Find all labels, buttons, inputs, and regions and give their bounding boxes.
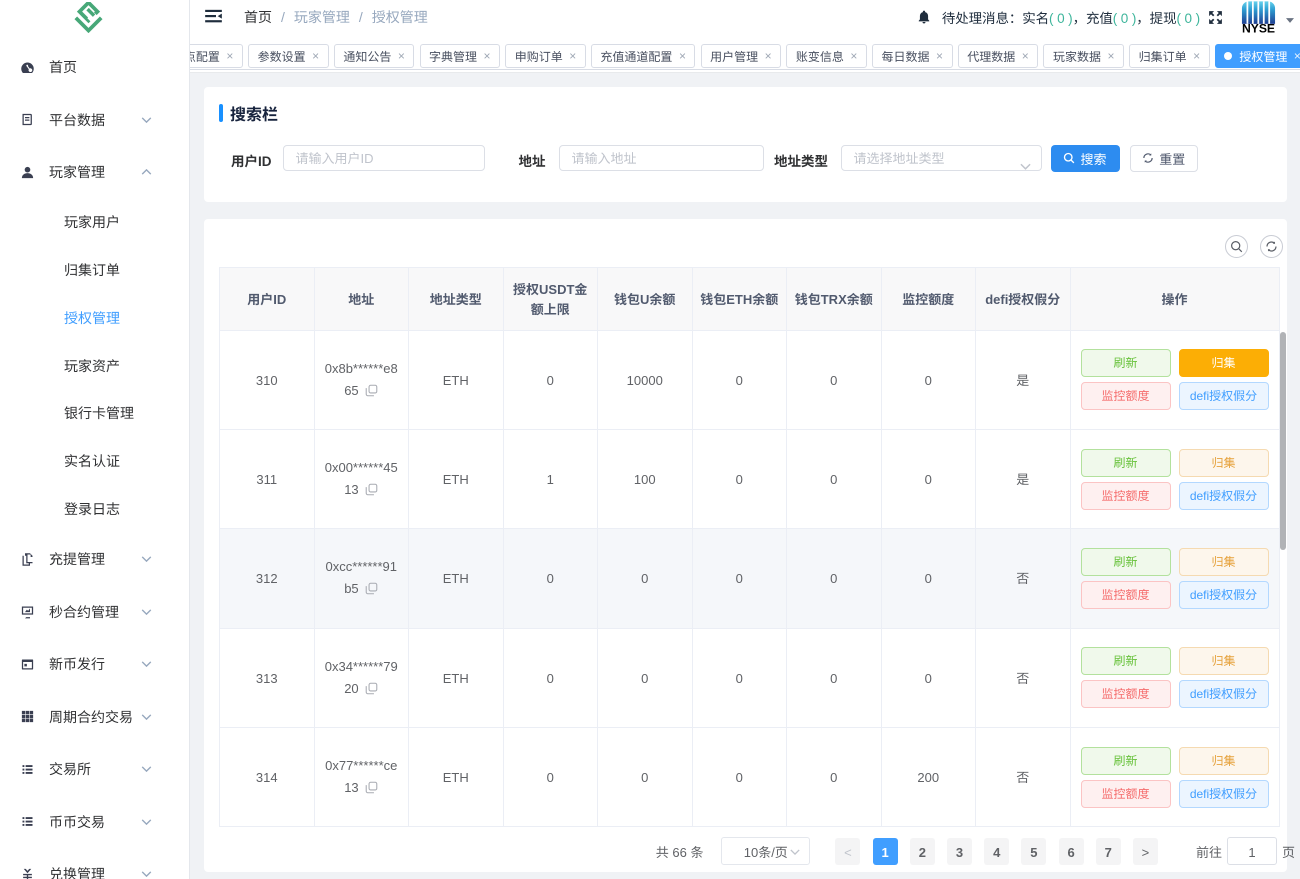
svg-text:NYSE: NYSE <box>1242 22 1275 34</box>
